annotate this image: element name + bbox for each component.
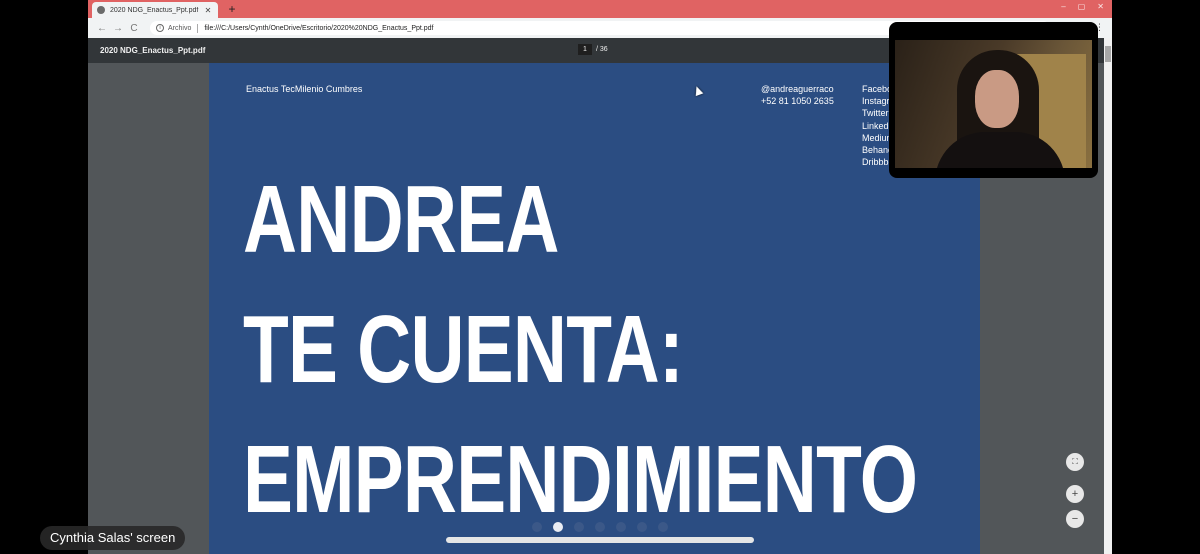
tab-strip: 2020 NDG_Enactus_Ppt.pdf ✕ + – ▢ ✕ bbox=[88, 0, 1112, 18]
screen-share-label: Cynthia Salas' screen bbox=[40, 526, 186, 550]
fit-page-button[interactable]: ⛶ bbox=[1066, 453, 1084, 471]
window-controls: – ▢ ✕ bbox=[1061, 2, 1104, 11]
slide-org-name: Enactus TecMilenio Cumbres bbox=[246, 84, 363, 94]
page-dot[interactable] bbox=[574, 522, 584, 532]
slide-headline: ANDREA TE CUENTA: EMPRENDIMIENTO bbox=[243, 155, 980, 545]
page-total: / 36 bbox=[596, 46, 608, 53]
participant-video-tile[interactable] bbox=[889, 22, 1098, 178]
pdf-slide: Enactus TecMilenio Cumbres @andreaguerra… bbox=[209, 63, 980, 554]
browser-tab[interactable]: 2020 NDG_Enactus_Ppt.pdf ✕ bbox=[92, 2, 218, 18]
globe-icon bbox=[97, 6, 105, 14]
address-divider bbox=[197, 23, 199, 33]
page-dot[interactable] bbox=[637, 522, 647, 532]
minimize-icon[interactable]: – bbox=[1061, 2, 1065, 11]
slide-phone: +52 81 1050 2635 bbox=[761, 96, 834, 106]
screen-share-stage: 2020 NDG_Enactus_Ppt.pdf ✕ + – ▢ ✕ ← → C… bbox=[0, 0, 1200, 554]
headline-line: ANDREA bbox=[243, 166, 559, 273]
forward-arrow-icon[interactable]: → bbox=[110, 23, 126, 34]
new-tab-button[interactable]: + bbox=[225, 1, 239, 17]
tab-title: 2020 NDG_Enactus_Ppt.pdf bbox=[110, 6, 199, 14]
home-indicator[interactable] bbox=[446, 537, 754, 543]
slide-handle: @andreaguerraco bbox=[761, 84, 834, 94]
participant-face bbox=[975, 70, 1019, 128]
headline-line: TE CUENTA: bbox=[243, 296, 684, 403]
page-dot[interactable] bbox=[616, 522, 626, 532]
page-dot[interactable] bbox=[553, 522, 563, 532]
scroll-thumb[interactable] bbox=[1105, 46, 1111, 62]
window-close-icon[interactable]: ✕ bbox=[1097, 2, 1104, 11]
back-arrow-icon[interactable]: ← bbox=[94, 23, 110, 34]
page-number-input[interactable]: 1 bbox=[578, 44, 592, 55]
page-dot[interactable] bbox=[658, 522, 668, 532]
reload-icon[interactable]: C bbox=[126, 23, 142, 34]
info-icon[interactable]: i bbox=[156, 24, 164, 32]
zoom-in-button[interactable]: + bbox=[1066, 485, 1084, 503]
maximize-icon[interactable]: ▢ bbox=[1078, 2, 1086, 11]
address-scheme-label: Archivo bbox=[168, 24, 192, 32]
participant-video bbox=[895, 40, 1092, 168]
scrollbar[interactable] bbox=[1104, 38, 1112, 554]
page-dot[interactable] bbox=[595, 522, 605, 532]
page-dot[interactable] bbox=[532, 522, 542, 532]
address-url[interactable]: file:///C:/Users/Cynth/OneDrive/Escritor… bbox=[204, 25, 433, 32]
page-indicator: 1 / 36 bbox=[578, 44, 608, 55]
close-icon[interactable]: ✕ bbox=[203, 6, 213, 15]
pdf-title: 2020 NDG_Enactus_Ppt.pdf bbox=[100, 46, 206, 55]
